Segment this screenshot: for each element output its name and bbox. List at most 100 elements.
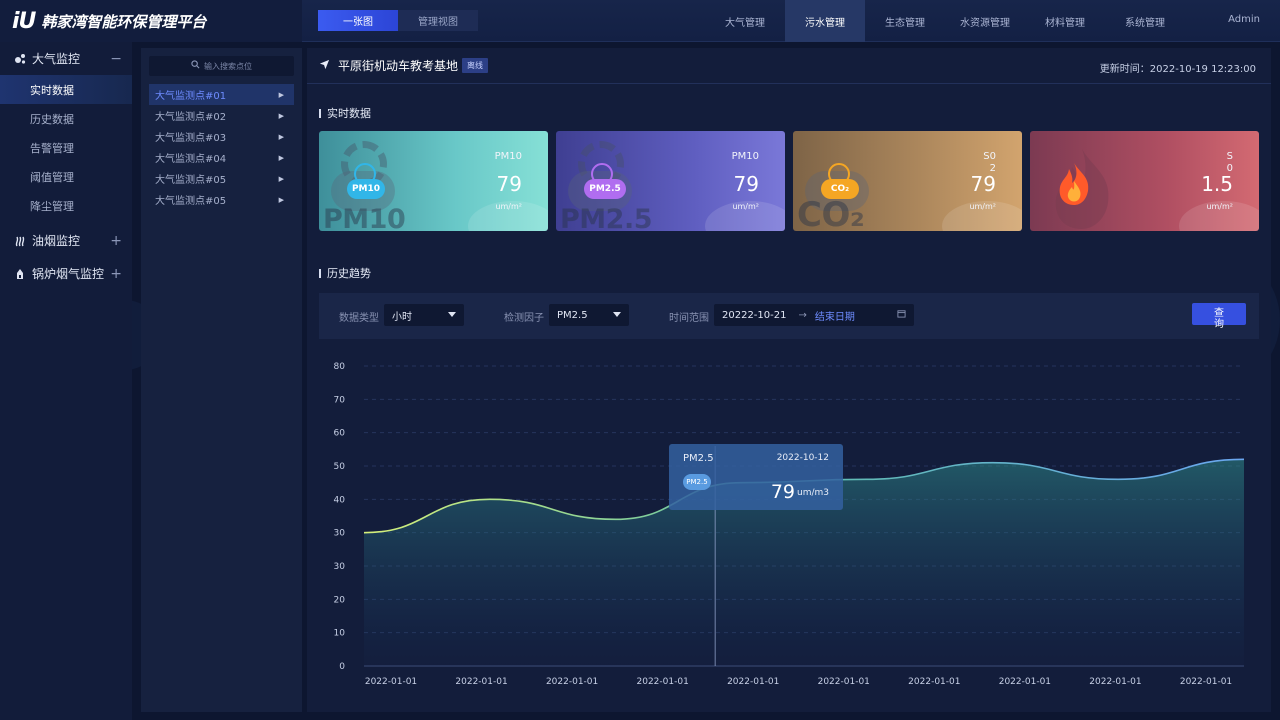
- sidebar-group-fume-monitor[interactable]: 油烟监控 +: [0, 224, 132, 257]
- x-tick-label: 2022-01-01: [727, 677, 779, 687]
- data-type-select[interactable]: 小时: [384, 304, 464, 326]
- query-button[interactable]: 查 询: [1192, 303, 1246, 330]
- range-start[interactable]: 20222-10-21: [722, 310, 786, 321]
- sidebar-item-dust[interactable]: 降尘管理: [0, 191, 132, 220]
- section-title-realtime: 实时数据: [319, 105, 371, 121]
- nav-item-ecology[interactable]: 生态管理: [865, 0, 945, 42]
- y-tick-label: 10: [334, 629, 346, 639]
- history-chart: 0 10 20 30 30 40 50 60 70 80 2022-01-01 2022-01-01…: [319, 348, 1259, 698]
- chevron-down-icon: [613, 312, 621, 317]
- data-type-value: 小时: [392, 311, 412, 323]
- station-item[interactable]: 大气监测点#05 ▶: [149, 168, 294, 189]
- x-tick-label: 2022-01-01: [546, 677, 598, 687]
- expand-icon[interactable]: +: [110, 233, 122, 249]
- filter-bar: 数据类型 小时 检测因子 PM2.5 时间范围 20222-10-21 → 结束…: [319, 293, 1259, 339]
- factor-select[interactable]: PM2.5: [549, 304, 629, 326]
- sidebar-group-label: 锅炉烟气监控: [32, 267, 105, 281]
- nav-item-water[interactable]: 水资源管理: [945, 0, 1025, 42]
- station-label: 大气监测点#02: [155, 112, 227, 123]
- caret-right-icon: ▶: [278, 153, 284, 162]
- update-value: 2022-10-19 12:23:00: [1149, 64, 1256, 75]
- top-bar: iU 韩家湾智能环保管理平台 一张图 管理视图 大气管理 污水管理 生态管理 水…: [0, 0, 1280, 42]
- x-tick-label: 2022-01-01: [1180, 677, 1232, 687]
- station-label: 大气监测点#04: [155, 154, 227, 165]
- card-background-text: CO₂: [797, 195, 865, 231]
- station-item[interactable]: 大气监测点#04 ▶: [149, 147, 294, 168]
- card-value: 79: [733, 172, 759, 196]
- nav-item-system[interactable]: 系统管理: [1105, 0, 1185, 42]
- collapse-icon[interactable]: −: [110, 51, 122, 67]
- pm10-badge: PM10: [347, 179, 385, 199]
- sidebar-item-history[interactable]: 历史数据: [0, 104, 132, 133]
- station-item[interactable]: 大气监测点#02 ▶: [149, 105, 294, 126]
- sidebar-group-label: 油烟监控: [32, 234, 81, 248]
- card-unit: um/m²: [969, 202, 996, 211]
- x-tick-label: 2022-01-01: [637, 677, 689, 687]
- view-tabs: 一张图 管理视图: [318, 10, 478, 31]
- nav-item-sewage[interactable]: 污水管理: [785, 0, 865, 42]
- x-tick-label: 2022-01-01: [455, 677, 507, 687]
- user-menu[interactable]: Admin: [1228, 14, 1260, 25]
- tab-one-map[interactable]: 一张图: [318, 10, 398, 31]
- chart-tooltip: PM2.5 2022-10-12 PM2.5 79 um/m3: [669, 444, 843, 510]
- tab-management-view[interactable]: 管理视图: [398, 10, 478, 31]
- x-tick-label: 2022-01-01: [999, 677, 1051, 687]
- search-icon: [191, 60, 200, 72]
- fire-icon: [1056, 161, 1092, 208]
- history-chart-svg: 0 10 20 30 30 40 50 60 70 80 2022-01-01 2022-01-01…: [334, 362, 1245, 687]
- chevron-down-icon: [448, 312, 456, 317]
- station-item[interactable]: 大气监测点#05 ▶: [149, 189, 294, 210]
- card-value: 1.5: [1201, 172, 1233, 196]
- main-panel: 平原街机动车教考基地 离线 更新时间：2022-10-19 12:23:00 实…: [307, 48, 1271, 712]
- range-label: 时间范围: [669, 313, 709, 324]
- nav-item-air[interactable]: 大气管理: [705, 0, 785, 42]
- brand-logo: iU: [12, 8, 36, 34]
- sidebar-group-air-monitor[interactable]: 大气监控 −: [0, 42, 132, 75]
- range-separator: →: [798, 309, 807, 321]
- card-unit: um/m²: [495, 202, 522, 211]
- caret-right-icon: ▶: [278, 132, 284, 141]
- sidebar-item-alarm[interactable]: 告警管理: [0, 133, 132, 162]
- calendar-icon: [897, 309, 906, 321]
- expand-icon[interactable]: +: [110, 266, 122, 282]
- caret-right-icon: ▶: [278, 195, 284, 204]
- station-item[interactable]: 大气监测点#01 ▶: [149, 84, 294, 105]
- factor-label: 检测因子: [504, 313, 544, 324]
- station-list: 输入搜索点位 大气监测点#01 ▶ 大气监测点#02 ▶ 大气监测点#03 ▶ 大气监…: [141, 48, 302, 712]
- tooltip-unit: um/m3: [797, 488, 829, 498]
- pm25-badge: PM2.5: [584, 179, 626, 199]
- nav-item-materials[interactable]: 材料管理: [1025, 0, 1105, 42]
- caret-right-icon: ▶: [278, 90, 284, 99]
- factor-value: PM2.5: [557, 309, 588, 321]
- y-tick-label: 80: [334, 362, 346, 372]
- update-label: 更新时间：: [1099, 64, 1150, 75]
- brand-title: 韩家湾智能环保管理平台: [41, 12, 207, 31]
- status-badge: 离线: [462, 58, 489, 73]
- range-end[interactable]: 结束日期: [815, 308, 855, 323]
- station-item[interactable]: 大气监测点#03 ▶: [149, 126, 294, 147]
- station-search-input[interactable]: 输入搜索点位: [149, 56, 294, 76]
- card-label: PM10: [494, 151, 522, 162]
- molecule-icon: [14, 53, 26, 65]
- date-range-picker[interactable]: 20222-10-21 → 结束日期: [714, 304, 914, 326]
- main-nav: 大气管理 污水管理 生态管理 水资源管理 材料管理 系统管理: [705, 0, 1185, 42]
- card-value: 79: [496, 172, 522, 196]
- card-value: 79: [970, 172, 996, 196]
- location-arrow-icon: [319, 59, 330, 73]
- y-tick-label: 60: [334, 429, 346, 439]
- sidebar-group-label: 大气监控: [32, 52, 81, 66]
- y-tick-label: 70: [334, 395, 346, 405]
- station-label: 大气监测点#01: [155, 91, 227, 102]
- card-unit: um/m²: [732, 202, 759, 211]
- y-tick-label: 0: [339, 662, 345, 672]
- card-unit: um/m²: [1206, 202, 1233, 211]
- sidebar-group-boiler-monitor[interactable]: 锅炉烟气监控 +: [0, 257, 132, 290]
- metric-card-so: S 0 1.5 um/m²: [1030, 131, 1259, 231]
- fume-icon: [14, 235, 26, 247]
- x-tick-label: 2022-01-01: [1089, 677, 1141, 687]
- sidebar-item-realtime[interactable]: 实时数据: [0, 75, 132, 104]
- pm25-cloud-icon: PM2.5: [683, 474, 711, 490]
- y-tick-label: 20: [334, 595, 346, 605]
- sidebar-item-threshold[interactable]: 阈值管理: [0, 162, 132, 191]
- caret-right-icon: ▶: [278, 174, 284, 183]
